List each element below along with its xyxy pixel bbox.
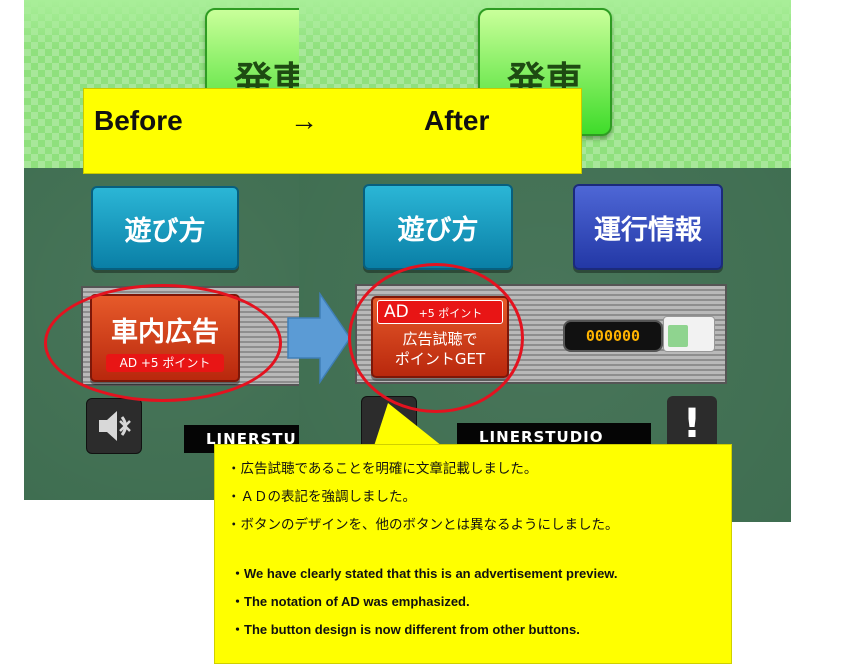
note-jp-3: ・ボタンのデザインを、他のボタンとは異なるようにしました。: [227, 517, 619, 533]
before-highlight-circle: [44, 284, 282, 402]
note-en-3: ・The button design is now different from…: [231, 622, 580, 637]
howto-label: 遊び方: [124, 215, 206, 247]
comparison-banner: Before → After: [83, 88, 582, 174]
right-arrow-icon: [287, 292, 351, 384]
before-screen: 発車 遊び方 車内広告 AD +5 ポイント LINERSTU: [24, 0, 299, 500]
note-jp-1: ・広告試聴であることを明確に文章記載しました。: [227, 461, 538, 477]
before-label: Before: [94, 105, 183, 136]
points-counter: 000000: [563, 320, 663, 352]
speaker-mute-icon: [99, 411, 131, 441]
howto-button[interactable]: 遊び方: [91, 186, 239, 270]
note-en-1: ・We have clearly stated that this is an …: [231, 566, 618, 581]
ic-card-icon: [663, 316, 715, 352]
speaker-mute-button[interactable]: [86, 398, 142, 454]
service-info-button[interactable]: 運行情報: [573, 184, 723, 270]
callout-pointer: [374, 403, 442, 446]
note-en-2: ・The notation of AD was emphasized.: [231, 594, 470, 609]
change-notes: ・広告試聴であることを明確に文章記載しました。 ・ＡＤの表記を強調しました。 ・…: [214, 444, 732, 664]
service-info-label: 運行情報: [594, 214, 702, 246]
after-label: After: [424, 105, 490, 136]
howto-label: 遊び方: [397, 214, 479, 246]
howto-button[interactable]: 遊び方: [363, 184, 513, 270]
after-highlight-circle: [348, 263, 524, 413]
arrow-label: →: [290, 105, 318, 136]
note-jp-2: ・ＡＤの表記を強調しました。: [227, 489, 416, 505]
